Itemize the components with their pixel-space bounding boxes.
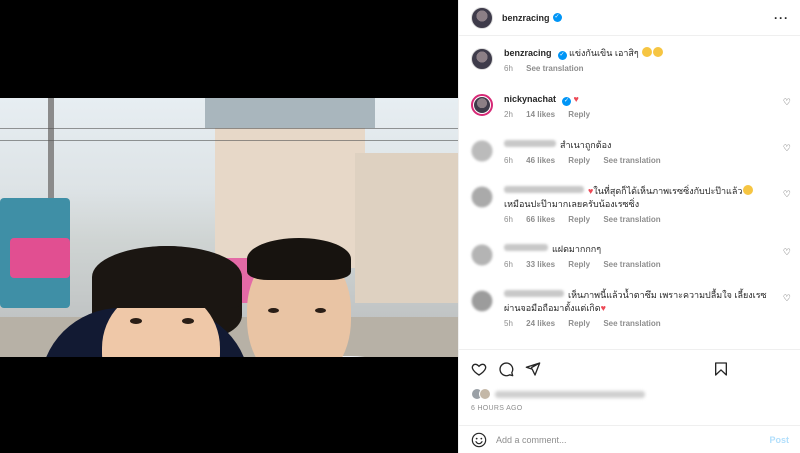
action-bar [459,349,800,387]
comment-avatar[interactable] [471,94,493,116]
comment-time[interactable]: 6h [504,215,513,224]
comments-list: benzracing ✓ แข่งกันเขิน เอาสิๆ 6h See tr… [459,36,800,348]
reply-button[interactable]: Reply [568,260,590,269]
caption-avatar[interactable] [471,48,493,70]
see-translation-link[interactable]: See translation [603,215,660,224]
tuk-tuk-seat [10,238,70,278]
add-comment-input[interactable] [496,434,770,445]
smile-emoji-icon [653,47,664,57]
comment-item: สำเนาถูกต้อง 6h 46 likes Reply See trans… [471,139,793,165]
blurred-username[interactable] [504,290,564,297]
child-eye [130,318,142,324]
comment-like-heart-icon[interactable]: ♡ [783,247,791,258]
comment-likes[interactable]: 14 likes [526,110,555,119]
comment-item: เห็นภาพนี้แล้วน้ำตาซึม เพราะความปลื้มใจ … [471,289,793,328]
comment-like-heart-icon[interactable]: ♡ [783,189,791,200]
comment-icon[interactable] [498,361,514,377]
liked-by[interactable] [471,388,645,400]
post-button[interactable]: Post [769,435,789,445]
comment-like-heart-icon[interactable]: ♡ [783,97,791,108]
comment-likes[interactable]: 33 likes [526,260,555,269]
comment-likes[interactable]: 66 likes [526,215,555,224]
scroll-fade [459,336,800,348]
roof [205,98,375,128]
caption-username[interactable]: benzracing [504,48,552,58]
caption-text: แข่งกันเขิน เอาสิๆ [569,48,639,58]
wire [0,140,458,141]
man-eye [315,308,326,313]
post-timestamp[interactable]: 6 HOURS AGO [471,405,523,412]
comment-avatar[interactable] [471,186,493,208]
wire [0,128,458,129]
comment-like-heart-icon[interactable]: ♡ [783,143,791,154]
post-photo[interactable] [0,98,458,357]
comment-time[interactable]: 6h [504,156,513,165]
author-username[interactable]: benzracing [502,13,550,23]
details-panel: benzracing ✓ ··· benzracing ✓ แข่งกันเขิน… [458,0,800,453]
comment-item: แฝดมากกกๆ 6h 33 likes Reply See translat… [471,243,793,269]
comment-time[interactable]: 6h [504,260,513,269]
blurred-username[interactable] [504,140,556,147]
reply-button[interactable]: Reply [568,319,590,328]
caption-time[interactable]: 6h [504,64,513,73]
bookmark-icon[interactable] [713,361,729,377]
add-comment-bar: Post [459,425,800,453]
comment-item: nickynachat ✓ ♥ 2h 14 likes Reply ♡ [471,93,793,119]
man-eye [268,308,279,313]
man-hair [247,238,351,280]
comment-like-heart-icon[interactable]: ♡ [783,293,791,304]
comment-text: แฝดมากกกๆ [552,244,602,254]
comment-username[interactable]: nickynachat [504,94,556,104]
comment-text: สำเนาถูกต้อง [560,140,612,150]
see-translation-link[interactable]: See translation [603,319,660,328]
blurred-username[interactable] [504,244,548,251]
comment-text-line2: เหมือนปะป๊ามากเลยครับน้องเรซซิ่ง [504,199,640,209]
red-heart-emoji-icon: ♥ [573,94,579,104]
verified-badge-icon: ✓ [562,97,572,106]
send-icon[interactable] [525,361,541,377]
caption: benzracing ✓ แข่งกันเขิน เอาสิๆ 6h See tr… [471,47,793,73]
post-header: benzracing ✓ ··· [459,0,800,36]
author-avatar[interactable] [471,6,493,29]
comment-likes[interactable]: 46 likes [526,156,555,165]
comment-avatar[interactable] [471,244,493,266]
reply-button[interactable]: Reply [568,110,590,119]
reply-button[interactable]: Reply [568,156,590,165]
verified-badge-icon: ✓ [552,13,562,22]
comment-text: เห็นภาพนี้แล้วน้ำตาซึม เพราะความปลื้มใจ … [568,290,767,300]
liker-avatar [479,388,491,400]
reply-button[interactable]: Reply [568,215,590,224]
comment-likes[interactable]: 24 likes [526,319,555,328]
comment-avatar[interactable] [471,140,493,162]
smile-emoji-icon [743,185,754,195]
child-bangs [92,246,242,308]
see-translation-link[interactable]: See translation [603,260,660,269]
comment-item: ♥ในที่สุดก็ได้เห็นภาพเรซซิ่งกับปะป๊าแล้ว… [471,185,793,224]
child-eye [182,318,194,324]
comment-avatar[interactable] [471,290,493,312]
liked-by-blurred-text [495,390,645,398]
instagram-post-view: benzracing ✓ ··· benzracing ✓ แข่งกันเขิน… [0,0,800,453]
comment-text: ในที่สุดก็ได้เห็นภาพเรซซิ่งกับปะป๊าแล้ว [593,186,743,196]
verified-badge-icon: ✓ [557,51,567,60]
smile-icon[interactable] [471,432,487,448]
see-translation-link[interactable]: See translation [526,64,583,73]
media-panel [0,0,458,453]
building-right [355,153,458,303]
heart-icon[interactable] [471,361,487,377]
red-heart-emoji-icon: ♥ [600,303,606,313]
see-translation-link[interactable]: See translation [603,156,660,165]
smile-emoji-icon [642,47,653,57]
comment-time[interactable]: 2h [504,110,513,119]
comment-time[interactable]: 5h [504,319,513,328]
blurred-username[interactable] [504,186,584,193]
comment-text-line2: ผ่านจอมือถือมาตั้งแต่เกิด [504,303,601,313]
more-options-icon[interactable]: ··· [774,11,789,25]
